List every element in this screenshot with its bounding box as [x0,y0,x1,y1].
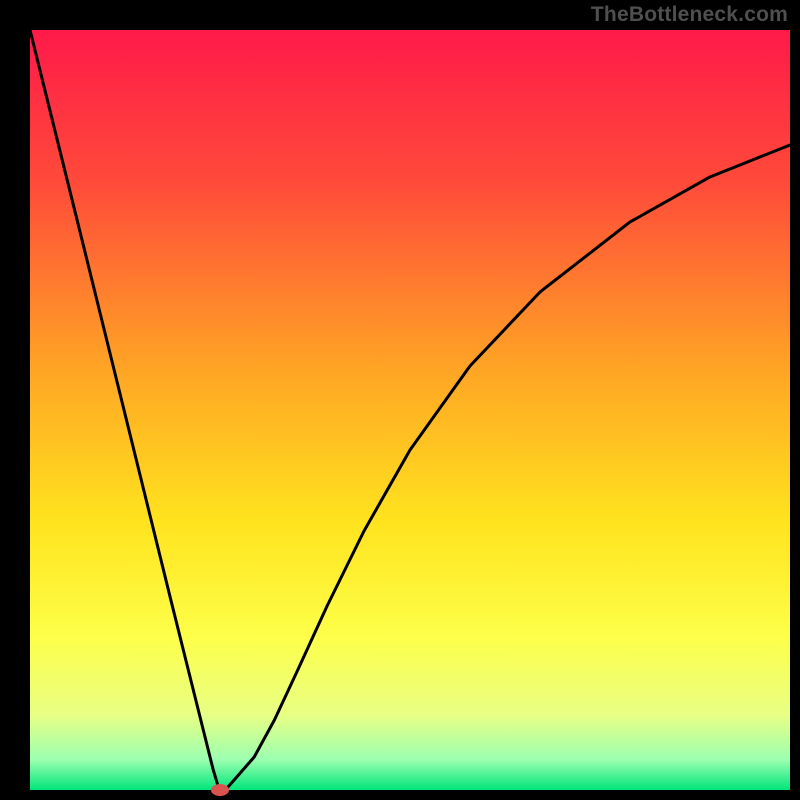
minimum-marker [211,784,229,796]
plot-background [30,30,790,790]
chart-frame: TheBottleneck.com [0,0,800,800]
bottleneck-chart [0,0,800,800]
